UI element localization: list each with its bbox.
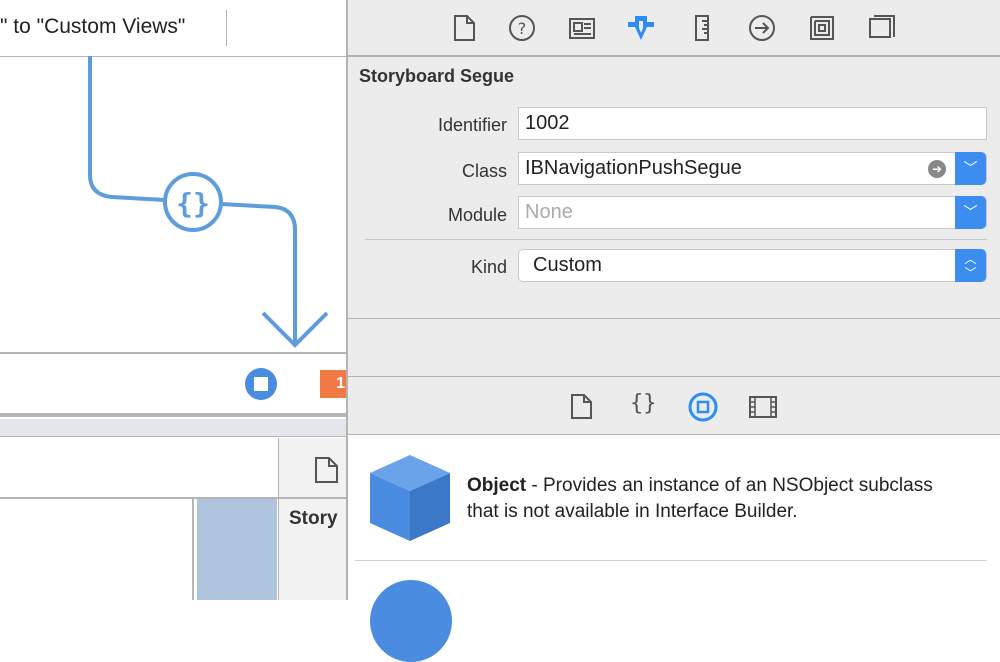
class-label: Class (461, 161, 507, 181)
divider (0, 413, 346, 417)
view-controller-icon[interactable] (245, 368, 277, 400)
library-item-icon[interactable] (370, 580, 452, 662)
view-effects-inspector-icon[interactable] (868, 14, 896, 42)
kind-value: Custom (533, 254, 602, 276)
divider (348, 318, 1000, 319)
object-cube-icon (370, 455, 450, 541)
up-down-chevron-icon[interactable]: ︿ ﹀ (955, 249, 986, 282)
bindings-inspector-icon[interactable] (808, 14, 836, 42)
library-item-text: Object - Provides an instance of an NSOb… (467, 473, 937, 525)
module-combobox[interactable]: None ﹀ (518, 196, 987, 229)
section-title: Storyboard Segue (359, 66, 515, 86)
chevron-down-icon[interactable]: ﹀ (955, 196, 986, 229)
divider (348, 376, 1000, 377)
class-value: IBNavigationPushSegue (525, 157, 742, 179)
file-template-library-icon[interactable] (570, 394, 594, 420)
module-placeholder: None (525, 201, 573, 223)
kind-label: Kind (470, 257, 507, 277)
class-combobox[interactable]: IBNavigationPushSegue ➜ ﹀ (518, 152, 987, 185)
kind-popup[interactable]: Custom ︿ ﹀ (518, 249, 987, 282)
inspector-panel: ? Storyboard Segue Identifier 1002 Class… (346, 0, 1000, 662)
chevron-down-icon[interactable]: ﹀ (955, 152, 986, 185)
media-library-icon[interactable] (749, 396, 777, 418)
divider (0, 497, 346, 499)
selected-column[interactable] (197, 499, 277, 600)
library-item-title: Object (467, 475, 527, 496)
file-inspector-icon[interactable] (450, 14, 478, 42)
divider (0, 352, 346, 354)
first-responder-icon[interactable]: 1 (320, 370, 346, 398)
object-library-icon[interactable] (688, 392, 718, 422)
svg-text:?: ? (518, 19, 527, 38)
connections-inspector-icon[interactable] (748, 14, 776, 42)
library-item-description: - Provides an instance of an NSObject su… (467, 475, 933, 522)
divider (192, 499, 194, 600)
outline-header: Story (289, 508, 338, 529)
library-list: Object - Provides an instance of an NSOb… (348, 435, 1000, 662)
svg-text:{}: {} (176, 187, 210, 220)
divider (348, 55, 1000, 57)
help-icon[interactable]: ? (508, 14, 536, 42)
attributes-inspector-icon[interactable] (627, 14, 655, 42)
size-inspector-icon[interactable] (688, 14, 716, 42)
document-icon[interactable] (315, 457, 339, 483)
identity-inspector-icon[interactable] (568, 14, 596, 42)
scope-bar (0, 419, 346, 437)
go-to-class-icon[interactable]: ➜ (928, 160, 946, 178)
identifier-label: Identifier (437, 115, 507, 135)
module-label: Module (447, 205, 507, 225)
library-item[interactable]: Object - Provides an instance of an NSOb… (348, 435, 1000, 560)
identifier-input[interactable]: 1002 (518, 107, 987, 140)
segue-connection[interactable]: {} (0, 0, 346, 352)
code-snippet-library-icon[interactable]: {} (630, 391, 657, 416)
divider (355, 560, 987, 561)
divider (365, 239, 987, 240)
